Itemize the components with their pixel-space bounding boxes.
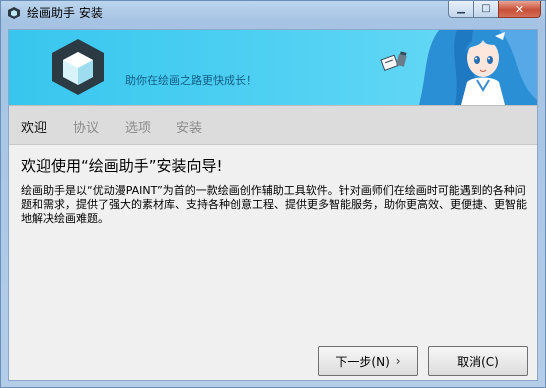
installer-body: 助你在绘画之路更快成长！ 欢迎 协议 选项 安装 欢迎使用“绘画助手”安装向导!… <box>8 29 538 381</box>
welcome-description: 绘画助手是以“优动漫PAINT”为首的一款绘画创作辅助工具软件。针对画师们在绘画… <box>21 184 527 225</box>
installer-window: 绘画助手 安装 ▁ □ ✕ 助你在绘画之路更快成长！ 欢迎 协议 选项 安装 欢… <box>0 0 546 388</box>
tab-options[interactable]: 选项 <box>125 117 151 136</box>
page-title: 欢迎使用“绘画助手”安装向导! <box>21 157 223 175</box>
cancel-button-label: 取消(C) <box>457 354 499 369</box>
next-button[interactable]: 下一步(N) › <box>318 346 418 376</box>
tab-install[interactable]: 安装 <box>176 117 202 136</box>
title-bar[interactable]: 绘画助手 安装 ▁ □ ✕ <box>1 1 545 23</box>
close-icon: ✕ <box>514 2 525 16</box>
button-footer: 下一步(N) › 取消(C) <box>9 339 537 380</box>
window-title: 绘画助手 安装 <box>27 6 103 20</box>
app-logo-icon <box>7 5 21 19</box>
header-banner: 助你在绘画之路更快成长！ <box>9 30 537 105</box>
close-button[interactable]: ✕ <box>498 1 541 18</box>
chevron-right-icon: › <box>395 354 401 368</box>
next-button-label: 下一步(N) <box>335 354 390 369</box>
cancel-button[interactable]: 取消(C) <box>428 346 528 376</box>
app-logo <box>47 36 109 98</box>
maximize-button[interactable]: □ <box>473 1 499 18</box>
banner-slogan: 助你在绘画之路更快成长！ <box>125 74 257 87</box>
anime-character-illustration <box>369 30 537 105</box>
minimize-icon: ▁ <box>457 3 465 14</box>
tab-welcome[interactable]: 欢迎 <box>21 117 47 136</box>
minimize-button[interactable]: ▁ <box>448 1 474 18</box>
wizard-step-tabs: 欢迎 协议 选项 安装 <box>9 105 537 145</box>
tab-agreement[interactable]: 协议 <box>73 117 99 136</box>
maximize-icon: □ <box>481 3 491 14</box>
